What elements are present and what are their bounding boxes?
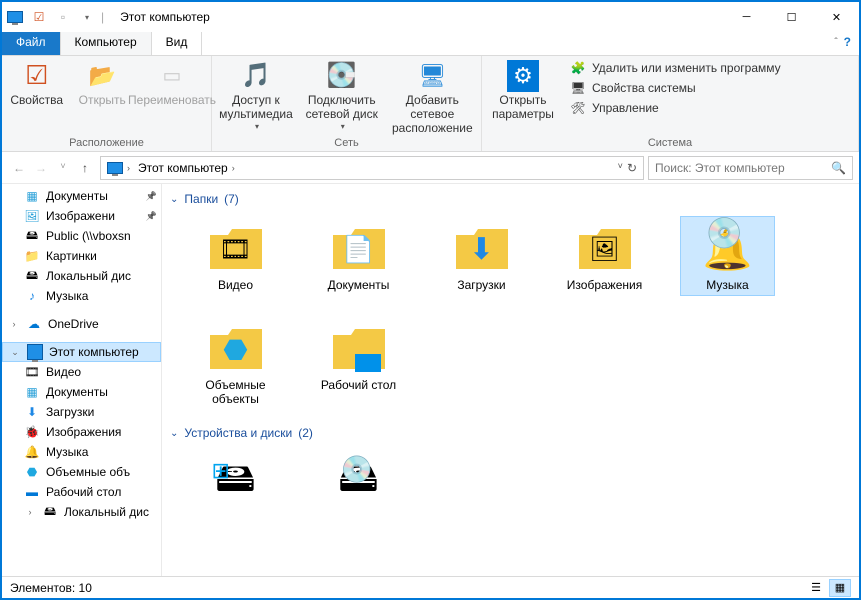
- folder-icon: 🖼: [573, 220, 637, 278]
- system-properties-button[interactable]: 🖥Свойства системы: [570, 80, 781, 96]
- manage-button[interactable]: 🛠Управление: [570, 100, 781, 116]
- maximize-button[interactable]: ☐: [769, 2, 814, 32]
- open-button: 📂Открыть: [74, 60, 132, 108]
- title-bar: ☑ ▫ ▾ | Этот компьютер ─ ☐ ✕: [2, 2, 859, 32]
- folder-icon: 📄: [327, 220, 391, 278]
- folder-item-documents[interactable]: 📄 Документы: [311, 216, 406, 296]
- ribbon-tabs: Файл Компьютер Вид ˆ ?: [2, 32, 859, 56]
- minimize-button[interactable]: ─: [724, 2, 769, 32]
- breadcrumb[interactable]: Этот компьютер›: [134, 161, 239, 175]
- folder-icon: ⬇: [450, 220, 514, 278]
- folder-icon: 🎞: [204, 220, 268, 278]
- rename-button: ▭Переименовать: [139, 60, 205, 108]
- nav-public[interactable]: 🖴Public (\\vboxsn: [2, 226, 161, 246]
- nav-music2[interactable]: 🔔Музыка: [2, 442, 161, 462]
- dvd-drive-icon: 🖴💿: [327, 454, 391, 512]
- search-placeholder: Поиск: Этот компьютер: [655, 161, 785, 175]
- qat-newfolder-icon[interactable]: ▫: [55, 9, 71, 25]
- folder-item-music[interactable]: 🔔💿 Музыка: [680, 216, 775, 296]
- nav-documents2[interactable]: ▦Документы: [2, 382, 161, 402]
- refresh-icon[interactable]: ↻: [627, 161, 637, 175]
- tab-file[interactable]: Файл: [2, 32, 61, 55]
- nav-images2[interactable]: 🐞Изображения: [2, 422, 161, 442]
- search-icon[interactable]: 🔍: [831, 161, 846, 175]
- nav-localdisk[interactable]: 🖴Локальный дис: [2, 266, 161, 286]
- thispc-icon: [107, 162, 123, 174]
- nav-arrows[interactable]: ← → ˅ ↑: [8, 161, 96, 175]
- group-devices-header[interactable]: ⌄ Устройства и диски (2): [170, 426, 859, 440]
- ribbon: ☑Свойства 📂Открыть ▭Переименовать Распол…: [2, 56, 859, 152]
- addr-dropdown-icon[interactable]: ˅: [618, 161, 623, 175]
- group-location-label: Расположение: [8, 137, 205, 149]
- open-settings-button[interactable]: ⚙Открыть параметры: [488, 60, 558, 122]
- folder-icon: ⬣: [204, 320, 268, 378]
- group-network-label: Сеть: [218, 137, 475, 149]
- chevron-down-icon[interactable]: ⌄: [170, 428, 178, 439]
- tab-computer[interactable]: Компьютер: [61, 32, 152, 55]
- nav-3dobjects[interactable]: ⬣Объемные объ: [2, 462, 161, 482]
- nav-video[interactable]: 🎞Видео: [2, 362, 161, 382]
- device-item-dvd[interactable]: 🖴💿: [311, 450, 406, 516]
- folder-icon: [327, 320, 391, 378]
- nav-thispc[interactable]: ⌄Этот компьютер: [2, 342, 161, 362]
- navigation-pane[interactable]: ▦Документы 🖼Изображени 🖴Public (\\vboxsn…: [2, 184, 162, 576]
- chevron-down-icon[interactable]: ⌄: [170, 194, 178, 205]
- help-icon[interactable]: ?: [844, 35, 851, 49]
- music-icon: 🔔💿: [696, 220, 760, 278]
- qat-properties-icon[interactable]: ☑: [31, 9, 47, 25]
- nav-images[interactable]: 🖼Изображени: [2, 206, 161, 226]
- nav-downloads[interactable]: ⬇Загрузки: [2, 402, 161, 422]
- nav-pictures[interactable]: 📁Картинки: [2, 246, 161, 266]
- app-icon: [7, 9, 23, 25]
- forward-button[interactable]: →: [30, 161, 52, 175]
- content-pane[interactable]: ⌄ Папки (7) 🎞 Видео 📄 Документы ⬇ Загруз…: [162, 184, 859, 576]
- ribbon-collapse-icon[interactable]: ˆ: [834, 37, 837, 48]
- up-button[interactable]: ↑: [74, 161, 96, 175]
- media-access-button[interactable]: 🎵Доступ к мультимедиа: [218, 60, 294, 135]
- view-details-button[interactable]: ☰: [805, 579, 827, 597]
- status-bar: Элементов: 10 ☰ ▦: [2, 576, 859, 598]
- view-icons-button[interactable]: ▦: [829, 579, 851, 597]
- nav-onedrive[interactable]: ›☁OneDrive: [2, 314, 161, 334]
- group-folders-header[interactable]: ⌄ Папки (7): [170, 192, 859, 206]
- address-bar[interactable]: › Этот компьютер› ˅ ↻: [100, 156, 644, 180]
- device-item-localdisk[interactable]: 🖴⊞: [188, 450, 283, 516]
- tab-view[interactable]: Вид: [152, 32, 203, 55]
- nav-music[interactable]: ♪Музыка: [2, 286, 161, 306]
- folder-item-3dobjects[interactable]: ⬣ Объемные объекты: [188, 316, 283, 410]
- folder-item-images[interactable]: 🖼 Изображения: [557, 216, 652, 296]
- address-bar-row: ← → ˅ ↑ › Этот компьютер› ˅ ↻ Поиск: Это…: [2, 152, 859, 184]
- window-title: Этот компьютер: [120, 10, 210, 24]
- group-system-label: Система: [488, 137, 852, 149]
- properties-button[interactable]: ☑Свойства: [8, 60, 66, 108]
- back-button[interactable]: ←: [8, 161, 30, 175]
- drive-icon: 🖴⊞: [204, 454, 268, 512]
- folder-item-downloads[interactable]: ⬇ Загрузки: [434, 216, 529, 296]
- item-count: Элементов: 10: [10, 581, 92, 595]
- nav-documents[interactable]: ▦Документы: [2, 186, 161, 206]
- uninstall-program-button[interactable]: 🧩Удалить или изменить программу: [570, 60, 781, 76]
- qat-dropdown-icon[interactable]: ▾: [79, 9, 95, 25]
- folder-item-video[interactable]: 🎞 Видео: [188, 216, 283, 296]
- add-netlocation-button[interactable]: 🖥Добавить сетевое расположение: [390, 60, 475, 135]
- map-netdrive-button[interactable]: 💽Подключить сетевой диск: [302, 60, 382, 135]
- nav-desktop[interactable]: ▬Рабочий стол: [2, 482, 161, 502]
- close-button[interactable]: ✕: [814, 2, 859, 32]
- recent-dropdown[interactable]: ˅: [52, 161, 74, 175]
- search-input[interactable]: Поиск: Этот компьютер 🔍: [648, 156, 853, 180]
- nav-localdisk2[interactable]: ›🖴Локальный дис: [2, 502, 161, 522]
- folder-item-desktop[interactable]: Рабочий стол: [311, 316, 406, 410]
